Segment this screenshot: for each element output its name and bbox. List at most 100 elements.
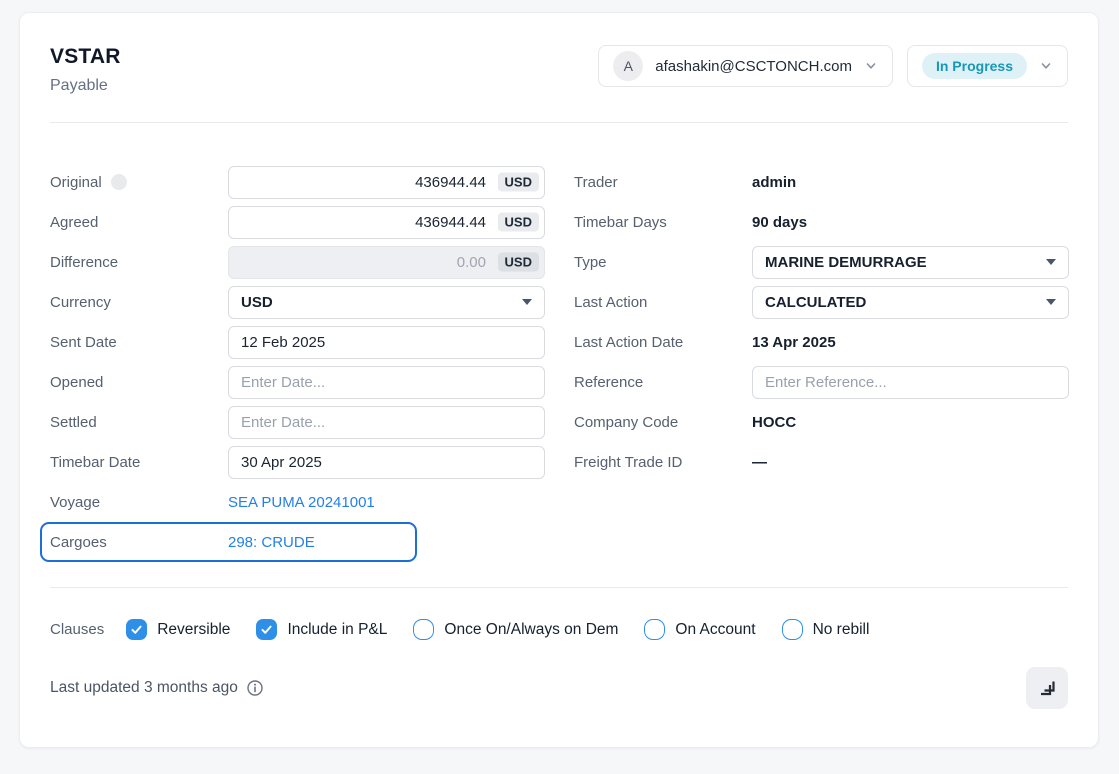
settled-date-input[interactable] <box>228 406 545 439</box>
last-action-row: Last Action CALCULATED <box>574 282 1069 322</box>
timebar-date-field <box>228 446 545 479</box>
voyage-row: Voyage SEA PUMA 20241001 <box>50 482 545 522</box>
original-label: Original <box>50 174 228 191</box>
checkbox-icon[interactable] <box>413 619 434 640</box>
last-updated-text: Last updated 3 months ago <box>50 679 238 697</box>
currency-select[interactable]: USD <box>228 286 545 319</box>
clause-label: On Account <box>675 621 755 639</box>
clause-on-account[interactable]: On Account <box>644 619 755 640</box>
cargoes-row-focused: Cargoes 298: CRUDE <box>40 522 417 562</box>
settled-row: Settled <box>50 402 545 442</box>
reference-field <box>752 366 1069 399</box>
type-select-value: MARINE DEMURRAGE <box>765 254 927 271</box>
type-row: Type MARINE DEMURRAGE <box>574 242 1069 282</box>
assignee-dropdown-button[interactable]: A afashakin@CSCTONCH.com <box>598 45 893 87</box>
history-chart-button[interactable] <box>1026 667 1068 709</box>
agreed-row: Agreed USD <box>50 202 545 242</box>
difference-field: USD <box>228 246 545 279</box>
settled-label: Settled <box>50 414 228 431</box>
checkbox-icon[interactable] <box>126 619 147 640</box>
agreed-field: USD <box>228 206 545 239</box>
clause-label: Reversible <box>157 621 230 639</box>
currency-select-value: USD <box>241 294 273 311</box>
sent-date-label: Sent Date <box>50 334 228 351</box>
checkbox-icon[interactable] <box>256 619 277 640</box>
last-updated: Last updated 3 months ago <box>50 679 264 697</box>
opened-date-input[interactable] <box>228 366 545 399</box>
reference-row: Reference <box>574 362 1069 402</box>
page-title: VSTAR <box>50 45 121 69</box>
form-right-column: Trader admin Timebar Days 90 days Type M… <box>574 162 1069 562</box>
agreed-currency-badge: USD <box>498 213 539 232</box>
reference-input[interactable] <box>752 366 1069 399</box>
title-block: VSTAR Payable <box>50 45 121 95</box>
clauses-label: Clauses <box>50 621 104 638</box>
timebar-date-row: Timebar Date <box>50 442 545 482</box>
clause-include-in-pnl[interactable]: Include in P&L <box>256 619 387 640</box>
reference-label: Reference <box>574 374 752 391</box>
freight-trade-id-value: — <box>752 454 767 471</box>
timebar-date-input[interactable] <box>228 446 545 479</box>
opened-field <box>228 366 545 399</box>
assignee-email: afashakin@CSCTONCH.com <box>655 58 852 75</box>
trader-label: Trader <box>574 174 752 191</box>
clause-label: No rebill <box>813 621 870 639</box>
currency-field: USD <box>228 286 545 319</box>
original-row: Original USD <box>50 162 545 202</box>
status-badge: In Progress <box>922 53 1027 79</box>
cargoes-label: Cargoes <box>50 534 228 551</box>
agreed-label: Agreed <box>50 214 228 231</box>
sent-date-field <box>228 326 545 359</box>
page-subtitle: Payable <box>50 77 121 95</box>
payable-card: VSTAR Payable A afashakin@CSCTONCH.com I… <box>19 12 1099 748</box>
info-icon[interactable] <box>246 679 264 697</box>
clause-label: Include in P&L <box>287 621 387 639</box>
sent-date-input[interactable] <box>228 326 545 359</box>
original-field: USD <box>228 166 545 199</box>
original-currency-badge: USD <box>498 173 539 192</box>
form-left-column: Original USD Agreed USD Difference USD <box>50 162 545 562</box>
last-action-date-label: Last Action Date <box>574 334 752 351</box>
header-divider <box>50 122 1068 123</box>
chevron-down-icon <box>864 59 878 73</box>
currency-row: Currency USD <box>50 282 545 322</box>
freight-trade-id-label: Freight Trade ID <box>574 454 752 471</box>
last-action-select[interactable]: CALCULATED <box>752 286 1069 319</box>
opened-label: Opened <box>50 374 228 391</box>
clause-label: Once On/Always on Dem <box>444 621 618 639</box>
difference-row: Difference USD <box>50 242 545 282</box>
last-action-label: Last Action <box>574 294 752 311</box>
freight-trade-id-row: Freight Trade ID — <box>574 442 1069 482</box>
dropdown-triangle-icon <box>1046 299 1056 305</box>
last-action-date-row: Last Action Date 13 Apr 2025 <box>574 322 1069 362</box>
currency-label: Currency <box>50 294 228 311</box>
voyage-link[interactable]: SEA PUMA 20241001 <box>228 494 375 511</box>
company-code-label: Company Code <box>574 414 752 431</box>
clause-reversible[interactable]: Reversible <box>126 619 230 640</box>
sent-date-row: Sent Date <box>50 322 545 362</box>
chevron-down-icon <box>1039 59 1053 73</box>
payable-form: Original USD Agreed USD Difference USD <box>50 162 1068 562</box>
difference-label: Difference <box>50 254 228 271</box>
status-dropdown-button[interactable]: In Progress <box>907 45 1068 87</box>
settled-field <box>228 406 545 439</box>
timebar-date-label: Timebar Date <box>50 454 228 471</box>
checkbox-icon[interactable] <box>644 619 665 640</box>
voyage-label: Voyage <box>50 494 228 511</box>
last-action-date-value: 13 Apr 2025 <box>752 334 836 351</box>
avatar: A <box>613 51 643 81</box>
cargoes-link[interactable]: 298: CRUDE <box>228 534 315 551</box>
timebar-days-label: Timebar Days <box>574 214 752 231</box>
difference-currency-badge: USD <box>498 253 539 272</box>
company-code-row: Company Code HOCC <box>574 402 1069 442</box>
card-header: VSTAR Payable A afashakin@CSCTONCH.com I… <box>50 13 1068 95</box>
card-footer: Last updated 3 months ago <box>50 667 1068 709</box>
clause-no-rebill[interactable]: No rebill <box>782 619 870 640</box>
checkbox-icon[interactable] <box>782 619 803 640</box>
dropdown-triangle-icon <box>1046 259 1056 265</box>
type-select[interactable]: MARINE DEMURRAGE <box>752 246 1069 279</box>
clauses-row: Clauses Reversible Include in P&L Once O… <box>50 619 1068 640</box>
opened-row: Opened <box>50 362 545 402</box>
clause-once-on-always-on-dem[interactable]: Once On/Always on Dem <box>413 619 618 640</box>
clauses-divider <box>50 587 1068 588</box>
